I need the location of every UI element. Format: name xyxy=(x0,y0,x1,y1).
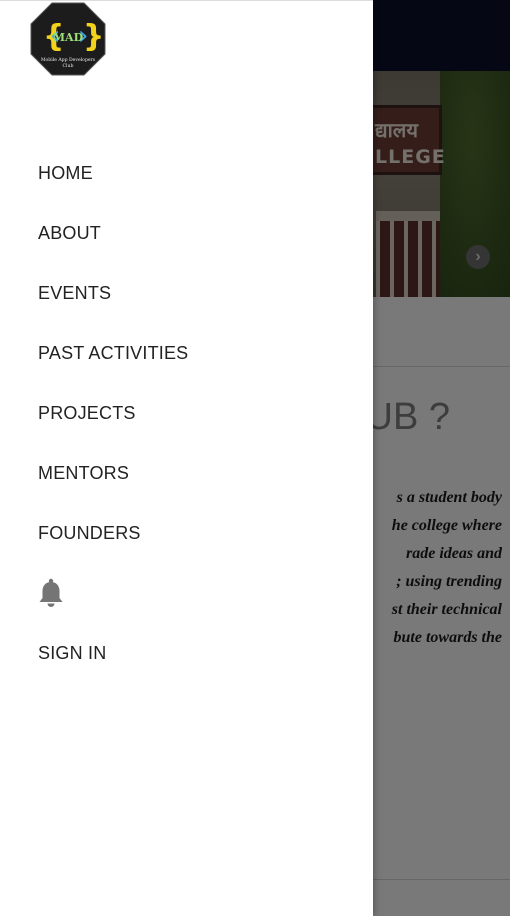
drawer-nav-list: HOME ABOUT EVENTS PAST ACTIVITIES PROJEC… xyxy=(38,143,188,683)
nav-item-projects[interactable]: PROJECTS xyxy=(38,383,188,443)
bell-icon xyxy=(39,578,63,607)
logo-caption: Club xyxy=(63,63,74,69)
nav-item-mentors[interactable]: MENTORS xyxy=(38,443,188,503)
nav-item-sign-in[interactable]: SIGN IN xyxy=(38,623,188,683)
mad-club-logo[interactable]: { } ‹ › MAD Mobile App Developers Club xyxy=(30,2,106,76)
app-page: द्यालय LLEGE › UB ? s a student body he … xyxy=(0,0,510,916)
nav-item-notifications[interactable] xyxy=(38,563,188,623)
nav-item-past-activities[interactable]: PAST ACTIVITIES xyxy=(38,323,188,383)
nav-item-home[interactable]: HOME xyxy=(38,143,188,203)
logo-text: MAD xyxy=(53,31,84,44)
drawer-top-border xyxy=(0,0,373,1)
navigation-drawer: { } ‹ › MAD Mobile App Developers Club H… xyxy=(0,0,373,916)
nav-item-events[interactable]: EVENTS xyxy=(38,263,188,323)
nav-item-founders[interactable]: FOUNDERS xyxy=(38,503,188,563)
nav-item-about[interactable]: ABOUT xyxy=(38,203,188,263)
logo-caption: Mobile App Developers xyxy=(41,57,96,63)
